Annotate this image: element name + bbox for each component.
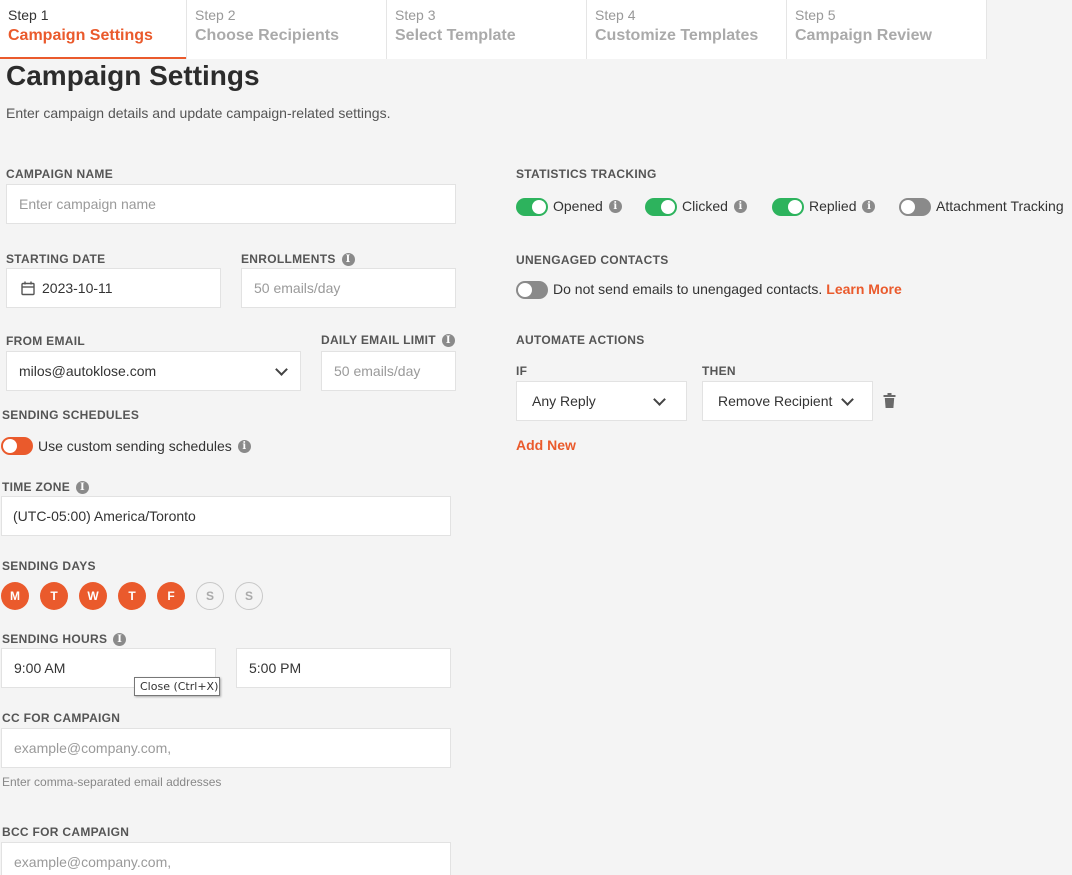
from-email-value: milos@autoklose.com (19, 363, 157, 379)
clicked-toggle[interactable] (645, 198, 677, 216)
sending-hours-end[interactable]: 5:00 PM (236, 648, 451, 688)
automate-actions-label: AUTOMATE ACTIONS (516, 333, 645, 347)
enrollments-input[interactable] (254, 280, 443, 296)
info-icon[interactable]: i (113, 632, 127, 646)
cc-label: CC FOR CAMPAIGN (2, 711, 121, 725)
unengaged-contacts-label: UNENGAGED CONTACTS (516, 253, 669, 267)
if-condition-select[interactable]: Any Reply (516, 381, 687, 421)
campaign-stepper: Step 1 Campaign Settings Step 2 Choose R… (0, 0, 1072, 59)
time-zone-value: (UTC-05:00) America/Toronto (13, 508, 196, 524)
statistics-tracking-label: STATISTICS TRACKING (516, 167, 657, 181)
bcc-field[interactable] (1, 842, 451, 875)
starting-date-field[interactable]: 2023-10-11 (6, 268, 221, 308)
enrollments-label: ENROLLMENTS i (241, 252, 355, 266)
day-sunday[interactable]: S (235, 582, 263, 610)
chevron-down-icon (841, 393, 854, 406)
info-icon[interactable]: i (341, 252, 355, 266)
time-zone-label: TIME ZONE i (2, 480, 90, 494)
custom-schedules-label: Use custom sending schedules i (38, 438, 251, 454)
calendar-icon (21, 281, 35, 295)
cc-hint: Enter comma-separated email addresses (2, 775, 222, 789)
daily-limit-input[interactable] (334, 363, 443, 379)
starting-date-value: 2023-10-11 (42, 280, 113, 296)
custom-schedules-toggle[interactable] (1, 437, 33, 455)
page-title: Campaign Settings (6, 60, 260, 91)
sending-hours-label: SENDING HOURS i (2, 632, 127, 646)
step-name: Select Template (395, 27, 516, 44)
bcc-label: BCC FOR CAMPAIGN (2, 825, 130, 839)
sending-schedules-label: SENDING SCHEDULES (2, 408, 140, 422)
day-saturday[interactable]: S (196, 582, 224, 610)
sending-hours-end-value: 5:00 PM (249, 660, 302, 676)
step-campaign-review[interactable]: Step 5 Campaign Review (787, 0, 987, 59)
step-name: Campaign Review (795, 27, 932, 44)
unengaged-toggle[interactable] (516, 281, 548, 299)
opened-toggle[interactable] (516, 198, 548, 216)
replied-label: Replied i (809, 198, 876, 214)
cc-field[interactable] (1, 728, 451, 768)
day-monday[interactable]: M (1, 582, 29, 610)
step-number: Step 2 (195, 7, 236, 23)
step-campaign-settings[interactable]: Step 1 Campaign Settings (0, 0, 187, 59)
close-tooltip: Close (Ctrl+X) (134, 677, 220, 696)
info-icon[interactable]: i (76, 480, 90, 494)
step-customize-templates[interactable]: Step 4 Customize Templates (587, 0, 787, 59)
campaign-name-label: CAMPAIGN NAME (6, 167, 114, 181)
campaign-name-field[interactable] (6, 184, 456, 224)
info-icon[interactable]: i (608, 199, 622, 213)
add-new-action-link[interactable]: Add New (516, 437, 576, 453)
unengaged-text: Do not send emails to unengaged contacts… (553, 281, 902, 297)
trash-icon[interactable] (883, 393, 896, 408)
chevron-down-icon (275, 363, 288, 376)
step-name: Campaign Settings (8, 27, 153, 44)
chevron-down-icon (653, 393, 666, 406)
day-friday[interactable]: F (157, 582, 185, 610)
info-icon[interactable]: i (733, 199, 747, 213)
step-number: Step 3 (395, 7, 436, 23)
step-number: Step 5 (795, 7, 836, 23)
then-label: THEN (702, 364, 736, 378)
step-name: Choose Recipients (195, 27, 340, 44)
bcc-input[interactable] (14, 854, 438, 870)
then-action-select[interactable]: Remove Recipient (702, 381, 873, 421)
if-label: IF (516, 364, 528, 378)
step-name: Customize Templates (595, 27, 759, 44)
sending-days-label: SENDING DAYS (2, 559, 96, 573)
day-thursday[interactable]: T (118, 582, 146, 610)
attachment-tracking-label: Attachment Tracking (936, 198, 1064, 214)
starting-date-label: STARTING DATE (6, 252, 106, 266)
step-number: Step 1 (8, 7, 49, 23)
attachment-tracking-toggle[interactable] (899, 198, 931, 216)
clicked-label: Clicked i (682, 198, 747, 214)
step-number: Step 4 (595, 7, 636, 23)
info-icon[interactable]: i (237, 439, 251, 453)
from-email-select[interactable]: milos@autoklose.com (6, 351, 301, 391)
learn-more-link[interactable]: Learn More (826, 281, 901, 297)
step-choose-recipients[interactable]: Step 2 Choose Recipients (187, 0, 387, 59)
cc-input[interactable] (14, 740, 438, 756)
opened-label: Opened i (553, 198, 622, 214)
enrollments-field[interactable] (241, 268, 456, 308)
page-subtitle: Enter campaign details and update campai… (6, 105, 391, 121)
daily-limit-label: DAILY EMAIL LIMIT i (321, 333, 455, 347)
day-wednesday[interactable]: W (79, 582, 107, 610)
from-email-label: FROM EMAIL (6, 334, 85, 348)
then-action-value: Remove Recipient (718, 393, 833, 409)
info-icon[interactable]: i (862, 199, 876, 213)
sending-hours-start-value: 9:00 AM (14, 660, 66, 676)
campaign-name-input[interactable] (19, 196, 443, 212)
info-icon[interactable]: i (441, 333, 455, 347)
if-condition-value: Any Reply (532, 393, 596, 409)
day-tuesday[interactable]: T (40, 582, 68, 610)
daily-limit-field[interactable] (321, 351, 456, 391)
replied-toggle[interactable] (772, 198, 804, 216)
time-zone-select[interactable]: (UTC-05:00) America/Toronto (1, 496, 451, 536)
step-select-template[interactable]: Step 3 Select Template (387, 0, 587, 59)
